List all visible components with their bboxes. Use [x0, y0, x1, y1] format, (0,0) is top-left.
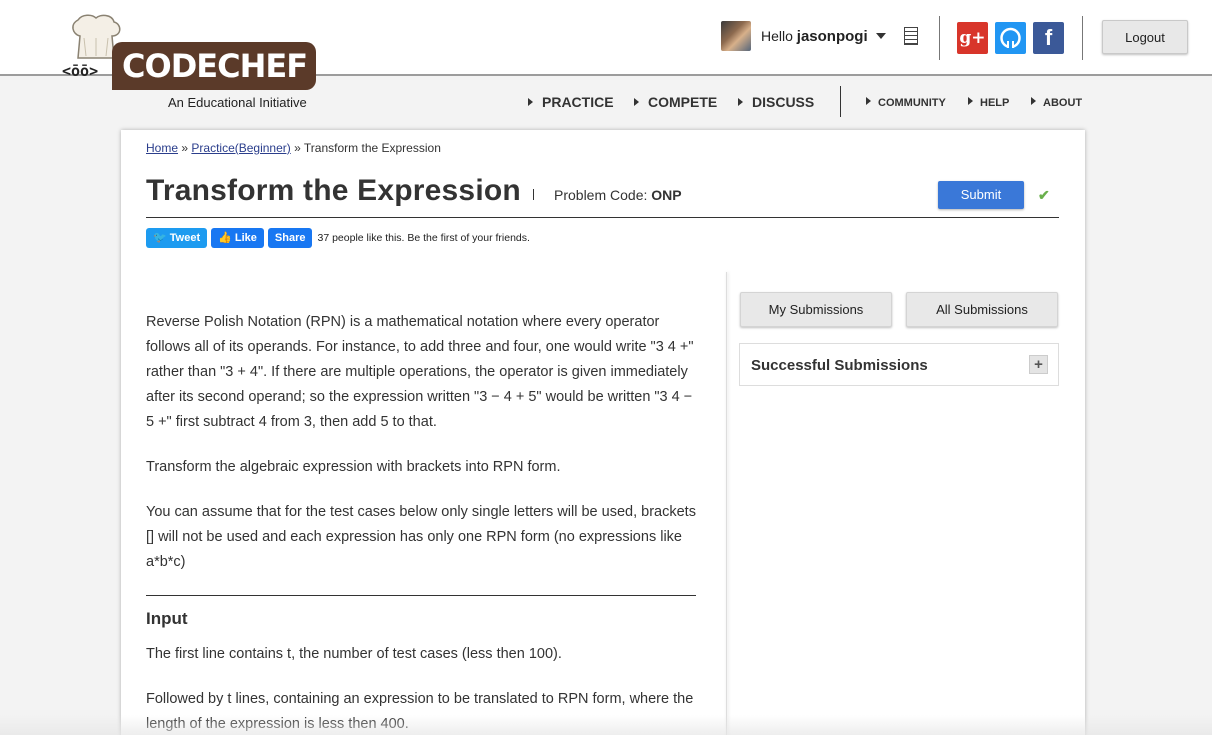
input-paragraph: The first line contains t, the number of…: [146, 646, 562, 662]
nav-practice[interactable]: PRACTICE: [528, 94, 614, 110]
triangle-right-icon: [1031, 97, 1036, 105]
my-submissions-button[interactable]: My Submissions: [740, 292, 892, 327]
breadcrumb-separator: »: [181, 141, 189, 155]
user-menu[interactable]: Hello jasonpogi: [721, 20, 886, 52]
logout-button[interactable]: Logout: [1102, 20, 1188, 54]
triangle-right-icon: [528, 98, 533, 106]
triangle-right-icon: [738, 98, 743, 106]
problem-code-value: ONP: [651, 187, 682, 203]
brand-name: CODECHEF: [112, 42, 316, 90]
header-divider: [939, 16, 940, 60]
title-divider: [533, 189, 534, 200]
like-label: Like: [234, 232, 257, 244]
breadcrumb-current: Transform the Expression: [303, 141, 441, 155]
header-divider: [1082, 16, 1083, 60]
nav-label: ABOUT: [1043, 97, 1083, 109]
nav-label: COMMUNITY: [878, 97, 946, 109]
chevron-down-icon[interactable]: [875, 33, 886, 39]
triangle-right-icon: [968, 97, 973, 105]
statement-paragraph: You can assume that for the test cases b…: [146, 504, 696, 570]
input-heading: Input: [146, 609, 188, 628]
breadcrumb: Home » Practice(Beginner) » Transform th…: [146, 141, 441, 155]
like-count-text: 37 people like this. Be the first of you…: [317, 232, 530, 244]
nav-label: PRACTICE: [542, 94, 614, 110]
page-title: Transform the Expression: [146, 174, 521, 207]
user-greeting: Hello jasonpogi: [761, 28, 868, 45]
nav-compete[interactable]: COMPETE: [634, 94, 717, 110]
statement-paragraph: Reverse Polish Notation (RPN) is a mathe…: [146, 314, 694, 430]
nav-divider: [840, 86, 841, 117]
nav-discuss[interactable]: DISCUSS: [738, 94, 814, 110]
github-glyph: [1000, 27, 1021, 49]
twitter-bird-icon: 🐦: [153, 232, 167, 244]
github-icon[interactable]: [995, 22, 1026, 54]
chef-face: <ōō>: [62, 62, 99, 80]
greeting-text: Hello: [761, 27, 793, 44]
avatar[interactable]: [721, 21, 751, 51]
like-button[interactable]: 👍 Like: [211, 228, 264, 248]
bottom-fade: [0, 715, 1212, 735]
all-submissions-button[interactable]: All Submissions: [906, 292, 1058, 327]
nav-help[interactable]: HELP: [968, 97, 1009, 109]
thumbs-up-icon: 👍: [218, 232, 232, 244]
solved-check-icon: ✔: [1038, 187, 1050, 203]
username: jasonpogi: [796, 27, 868, 45]
title-rule: [146, 217, 1059, 218]
breadcrumb-practice[interactable]: Practice(Beginner): [191, 141, 290, 155]
nav-community[interactable]: COMMUNITY: [866, 97, 946, 109]
breadcrumb-separator: »: [294, 141, 301, 155]
tweet-button[interactable]: 🐦 Tweet: [146, 228, 208, 248]
statement-paragraph: Transform the algebraic expression with …: [146, 459, 561, 475]
submit-button[interactable]: Submit: [938, 181, 1024, 209]
breadcrumb-home[interactable]: Home: [146, 141, 178, 155]
successful-submissions-title: Successful Submissions: [751, 357, 928, 374]
nav-label: COMPETE: [648, 94, 718, 110]
facebook-icon[interactable]: f: [1033, 22, 1064, 54]
nav-label: DISCUSS: [752, 94, 815, 110]
share-button[interactable]: Share: [267, 228, 313, 248]
codechef-logo[interactable]: <ōō> CODECHEF An Educational Initiative: [62, 10, 322, 112]
tweet-label: Tweet: [169, 232, 201, 244]
successful-submissions-panel: Successful Submissions +: [739, 343, 1059, 386]
google-plus-icon[interactable]: g+: [957, 22, 988, 54]
sidebar-divider: [726, 272, 727, 735]
share-row: 🐦 Tweet 👍 Like Share 37 people like this…: [146, 228, 530, 248]
notes-icon[interactable]: [904, 27, 918, 45]
expand-plus-icon[interactable]: +: [1029, 355, 1048, 374]
brand-tagline: An Educational Initiative: [168, 95, 307, 110]
problem-card: Home » Practice(Beginner) » Transform th…: [121, 130, 1085, 735]
problem-code-label: Problem Code:: [554, 187, 648, 203]
section-rule: [146, 595, 696, 596]
problem-code: Problem Code: ONP: [554, 187, 682, 203]
nav-label: HELP: [980, 97, 1010, 109]
nav-about[interactable]: ABOUT: [1031, 97, 1082, 109]
problem-statement: Reverse Polish Notation (RPN) is a mathe…: [146, 310, 696, 595]
triangle-right-icon: [866, 97, 871, 105]
triangle-right-icon: [634, 98, 639, 106]
